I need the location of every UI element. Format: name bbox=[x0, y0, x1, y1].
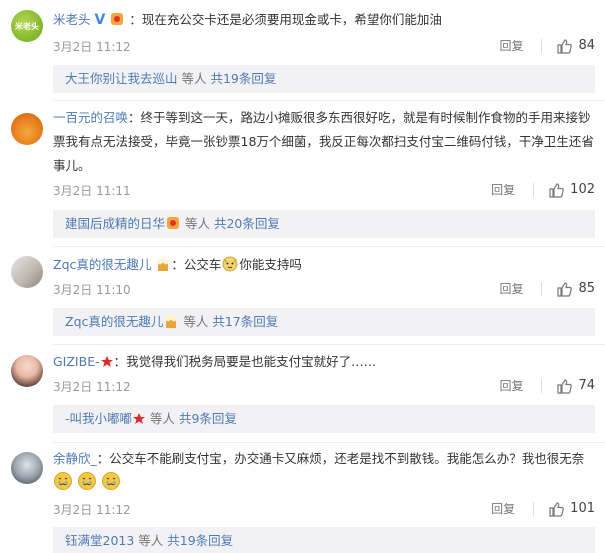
divider bbox=[533, 501, 535, 516]
like-count: 101 bbox=[570, 501, 595, 516]
username-link[interactable]: 一百元的召唤 bbox=[53, 110, 128, 125]
comment-body: GIZIBE- ：我觉得我们税务局要是也能支付宝就好了…… bbox=[53, 350, 595, 377]
sub-replies-box[interactable]: 建国后成精的日华 等人 共20条回复 bbox=[53, 210, 595, 238]
thumbs-up-icon[interactable] bbox=[556, 38, 573, 54]
sub-replies-box[interactable]: Zqc真的很无趣儿 等人 共17条回复 bbox=[53, 308, 595, 336]
comment-date: 3月2日 11:12 bbox=[53, 380, 131, 394]
sub-reply-mid: 等人 bbox=[134, 533, 168, 548]
sub-replies-box[interactable]: 大王你别让我去巡山 等人 共19条回复 bbox=[53, 65, 595, 93]
comment-actions: 回复 74 bbox=[499, 377, 595, 394]
comment-text: ：现在充公交卡还是必须要用现金或卡，希望你们能加油 bbox=[129, 12, 442, 27]
avatar[interactable] bbox=[11, 355, 43, 387]
comment-text-2: 你能支持吗 bbox=[239, 257, 302, 272]
cat-emoji-icon bbox=[221, 254, 239, 280]
comment-body: 一百元的召唤：终于等到这一天，路边小摊贩很多东西很好吃，就是有时候制作食物的手用… bbox=[53, 106, 595, 130]
sub-replies-box[interactable]: -叫我小嘟嘟 等人 共9条回复 bbox=[53, 405, 595, 433]
thumbs-up-icon[interactable] bbox=[556, 378, 573, 394]
sub-reply-mid: 等人 bbox=[181, 216, 214, 231]
comment-body: 余静欣_：公交车不能刷支付宝，办交通卡又麻烦，还老是找不到散钱。我能怎么办？我也… bbox=[53, 447, 595, 471]
comment-actions: 回复 85 bbox=[499, 280, 595, 297]
thumbs-up-icon[interactable] bbox=[548, 182, 565, 198]
sub-reply-count[interactable]: 共17条回复 bbox=[212, 314, 278, 329]
like-count: 102 bbox=[570, 182, 595, 197]
comment-body: Zqc真的很无趣儿 ：公交车 你能支持吗 bbox=[53, 253, 595, 280]
avatar[interactable]: 米老头 bbox=[11, 10, 43, 42]
thumbs-up-icon[interactable] bbox=[548, 501, 565, 517]
reply-button[interactable]: 回复 bbox=[491, 181, 515, 198]
separator bbox=[53, 442, 605, 443]
comment-text-line: 事儿。 bbox=[53, 158, 91, 173]
popcorn-emoji-icon bbox=[155, 256, 171, 280]
verified-v-icon: V bbox=[94, 12, 106, 28]
sub-reply-user[interactable]: Zqc真的很无趣儿 bbox=[65, 314, 163, 329]
sub-reply-count[interactable]: 共20条回复 bbox=[214, 216, 280, 231]
divider bbox=[541, 281, 543, 296]
comment-actions: 回复 101 bbox=[491, 500, 595, 517]
sub-reply-user[interactable]: 大王你别让我去巡山 bbox=[65, 71, 178, 86]
avatar[interactable] bbox=[11, 452, 43, 484]
red-star-icon bbox=[100, 353, 114, 377]
crying-emoji-icon bbox=[77, 471, 97, 499]
username-link[interactable]: 米老头 bbox=[53, 12, 91, 27]
comment-text: ：公交车 bbox=[171, 257, 222, 272]
reply-button[interactable]: 回复 bbox=[491, 500, 515, 517]
sub-reply-count[interactable]: 共19条回复 bbox=[210, 71, 276, 86]
username-link[interactable]: Zqc真的很无趣儿 bbox=[53, 257, 151, 272]
red-star-icon bbox=[132, 408, 146, 436]
comment-body: 米老头 V ：现在充公交卡还是必须要用现金或卡，希望你们能加油 bbox=[53, 8, 595, 35]
emoji-row bbox=[53, 471, 595, 499]
thumbs-up-icon[interactable] bbox=[556, 281, 573, 297]
separator bbox=[53, 344, 605, 345]
sub-reply-mid: 等人 bbox=[146, 411, 179, 426]
username-link[interactable]: GIZIBE- bbox=[53, 354, 100, 369]
sub-reply-mid: 等人 bbox=[179, 314, 213, 329]
comment-text: ：我觉得我们税务局要是也能支付宝就好了…… bbox=[113, 354, 377, 369]
sub-reply-user[interactable]: -叫我小嘟嘟 bbox=[65, 411, 132, 426]
comment-date: 3月2日 11:12 bbox=[53, 503, 131, 517]
username-link[interactable]: 余静欣_ bbox=[53, 451, 97, 466]
reply-button[interactable]: 回复 bbox=[499, 377, 523, 394]
reply-button[interactable]: 回复 bbox=[499, 280, 523, 297]
comment-text: ：公交车不能刷支付宝，办交通卡又麻烦，还老是找不到散钱。我能怎么办？我也很无奈 bbox=[96, 451, 585, 466]
avatar[interactable] bbox=[11, 256, 43, 288]
comment-actions: 回复 102 bbox=[491, 181, 595, 198]
sub-reply-count[interactable]: 共19条回复 bbox=[167, 533, 233, 548]
divider bbox=[541, 378, 543, 393]
reply-button[interactable]: 回复 bbox=[499, 37, 523, 54]
comment-date: 3月2日 11:10 bbox=[53, 283, 131, 297]
comment-text-line: 票我有点无法接受，毕竟一张钞票18万个细菌，我反正每次都扫支付宝二维码付钱，干净… bbox=[53, 134, 594, 149]
sub-replies-box[interactable]: 钰满堂2013 等人 共19条回复 bbox=[53, 527, 595, 553]
separator bbox=[53, 100, 605, 101]
comment-text: ：终于等到这一天，路边小摊贩很多东西很好吃，就是有时候制作食物的手用来接钞 bbox=[128, 110, 591, 125]
sub-reply-count[interactable]: 共9条回复 bbox=[179, 411, 237, 426]
popcorn-emoji-icon bbox=[163, 311, 179, 339]
comment-actions: 回复 84 bbox=[499, 37, 595, 54]
comment-date: 3月2日 11:12 bbox=[53, 40, 131, 54]
like-count: 74 bbox=[578, 378, 595, 393]
avatar-label: 米老头 bbox=[15, 21, 39, 31]
divider bbox=[541, 38, 543, 53]
avatar[interactable] bbox=[11, 113, 43, 145]
like-count: 85 bbox=[578, 281, 595, 296]
crying-emoji-icon bbox=[101, 471, 121, 499]
sub-reply-user[interactable]: 建国后成精的日华 bbox=[65, 216, 165, 231]
sub-reply-mid: 等人 bbox=[177, 71, 211, 86]
red-envelope-badge-icon bbox=[165, 213, 181, 241]
sub-reply-user[interactable]: 钰满堂2013 bbox=[65, 533, 134, 548]
crying-emoji-icon bbox=[53, 471, 73, 499]
red-envelope-badge-icon bbox=[109, 11, 125, 35]
like-count: 84 bbox=[578, 38, 595, 53]
comment-date: 3月2日 11:11 bbox=[53, 184, 131, 198]
divider bbox=[533, 182, 535, 197]
separator bbox=[53, 246, 605, 247]
